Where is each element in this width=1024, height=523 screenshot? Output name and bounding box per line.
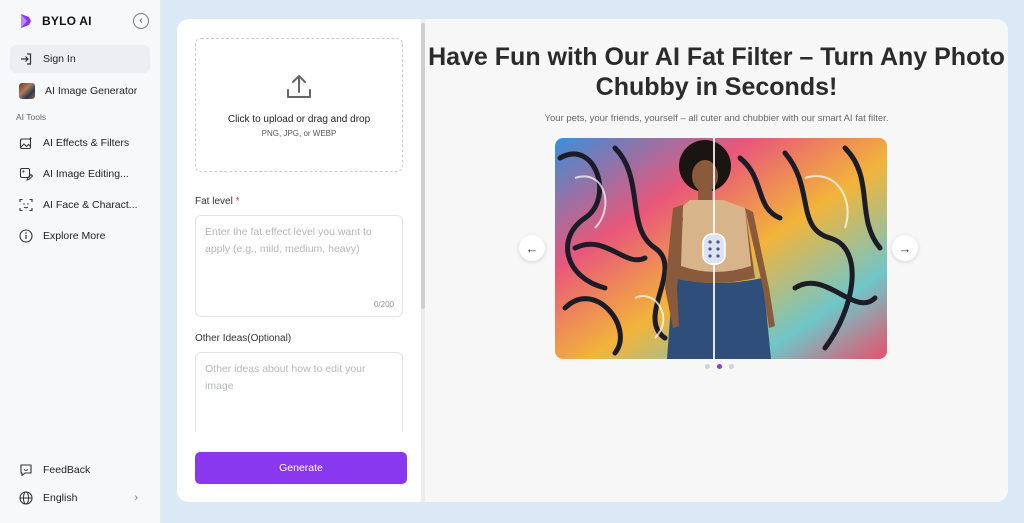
sidebar-item-label: AI Face & Charact...	[43, 199, 138, 211]
carousel-pagination	[705, 364, 734, 369]
upload-formats: PNG, JPG, or WEBP	[261, 129, 337, 138]
sidebar-item-face-character[interactable]: AI Face & Charact...	[10, 191, 150, 219]
arrow-left-icon: ←	[525, 240, 539, 256]
sign-in-icon	[19, 52, 33, 66]
language-label: English	[43, 492, 78, 504]
bylo-logo-icon	[21, 14, 31, 28]
required-mark: *	[235, 196, 240, 207]
info-icon	[19, 229, 33, 243]
globe-icon	[19, 491, 33, 505]
carousel-next-button[interactable]: →	[892, 235, 918, 261]
brand-name: BYLO AI	[42, 14, 92, 28]
other-ideas-label: Other Ideas(Optional)	[195, 333, 292, 344]
hero-subline: Your pets, your friends, yourself – all …	[544, 113, 889, 124]
sidebar-item-label: AI Image Generator	[45, 85, 138, 97]
other-ideas-input[interactable]: Other ideas about how to edit your image	[195, 352, 403, 432]
image-sparkle-icon	[19, 136, 33, 150]
feedback-label: FeedBack	[43, 464, 91, 476]
chevron-right-icon: ›	[134, 492, 138, 504]
sidebar-item-effects-filters[interactable]: AI Effects & Filters	[10, 129, 150, 157]
sidebar-item-label: AI Image Editing...	[43, 168, 129, 180]
sidebar-item-explore-more[interactable]: Explore More	[10, 222, 150, 250]
showcase-panel: Have Fun with Our AI Fat Filter – Turn A…	[425, 19, 1008, 502]
brand[interactable]: BYLO AI	[18, 13, 92, 29]
upload-dropzone[interactable]: Click to upload or drag and drop PNG, JP…	[195, 38, 403, 172]
chevron-left-icon: ‹	[139, 15, 143, 26]
feedback-button[interactable]: FeedBack	[10, 456, 150, 484]
fat-level-placeholder: Enter the fat effect level you want to a…	[205, 226, 372, 255]
fat-level-label: Fat level *	[195, 196, 239, 207]
image-edit-icon	[19, 167, 33, 181]
fat-level-label-text: Fat level	[195, 196, 233, 207]
sidebar-item-image-editing[interactable]: AI Image Editing...	[10, 160, 150, 188]
sidebar-item-label: Explore More	[43, 230, 106, 242]
hero-headline: Have Fun with Our AI Fat Filter – Turn A…	[428, 43, 1005, 101]
sidebar: BYLO AI ‹ Sign In AI Image Generator AI …	[0, 0, 161, 523]
carousel-prev-button[interactable]: ←	[519, 235, 545, 261]
carousel-dot-3[interactable]	[729, 364, 734, 369]
main-card: Click to upload or drag and drop PNG, JP…	[177, 19, 1008, 502]
arrow-right-icon: →	[898, 240, 912, 256]
carousel-dot-2[interactable]	[717, 364, 722, 369]
sign-in-button[interactable]: Sign In	[10, 45, 150, 73]
sidebar-item-image-generator[interactable]: AI Image Generator	[10, 77, 150, 105]
other-ideas-placeholder: Other ideas about how to edit your image	[205, 363, 366, 392]
feedback-icon	[19, 463, 33, 477]
sidebar-item-label: AI Effects & Filters	[43, 137, 130, 149]
form-panel: Click to upload or drag and drop PNG, JP…	[177, 19, 421, 502]
fat-level-counter: 0/200	[373, 300, 394, 309]
image-generator-thumbnail-icon	[19, 83, 35, 99]
generate-button[interactable]: Generate	[195, 452, 407, 484]
collapse-sidebar-button[interactable]: ‹	[133, 13, 149, 29]
section-label-ai-tools: AI Tools	[16, 112, 47, 122]
carousel-dot-1[interactable]	[705, 364, 710, 369]
before-after-image[interactable]	[555, 138, 887, 359]
sign-in-label: Sign In	[43, 53, 76, 65]
face-scan-icon	[19, 198, 33, 212]
before-after-illustration	[555, 138, 887, 359]
fat-level-input[interactable]: Enter the fat effect level you want to a…	[195, 215, 403, 317]
language-selector[interactable]: English ›	[10, 484, 150, 512]
upload-title: Click to upload or drag and drop	[227, 114, 371, 125]
upload-icon	[287, 75, 311, 98]
